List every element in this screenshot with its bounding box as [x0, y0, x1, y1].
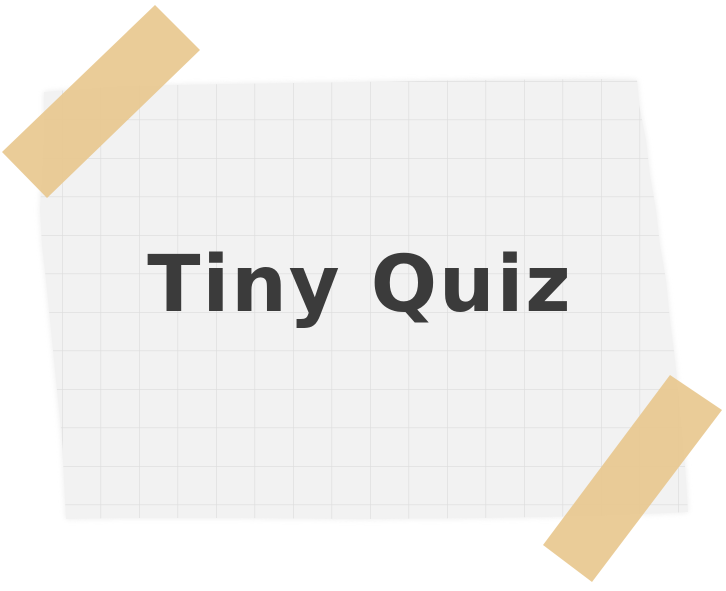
page-title: Tiny Quiz	[147, 240, 573, 330]
quiz-title-card: Tiny Quiz	[0, 0, 726, 591]
